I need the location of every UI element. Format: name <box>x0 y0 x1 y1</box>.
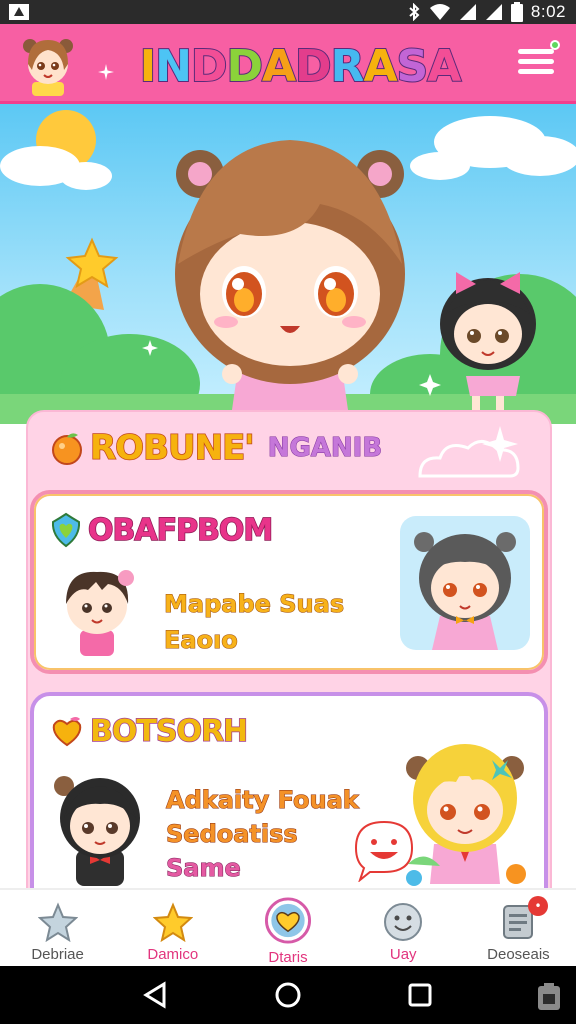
nav-item-dtaris[interactable]: Dtaris <box>230 890 345 966</box>
nav-label: Debriae <box>31 946 84 963</box>
heart-icon <box>52 716 82 746</box>
section-title-text: ROBUNE' <box>89 427 255 469</box>
heart-shield-icon <box>51 512 81 548</box>
card-text-line: Eaoıo <box>164 626 239 655</box>
menu-icon <box>518 49 558 74</box>
cloud-decoration <box>418 426 520 478</box>
app-title-letter: N <box>154 40 193 93</box>
anime-girl-black-hair-character <box>54 776 140 886</box>
heart-circle-icon <box>264 897 312 944</box>
character-thumbnail[interactable] <box>400 516 530 650</box>
anime-girl-blonde-character <box>406 744 526 886</box>
nav-item-debriae[interactable]: Debriae <box>0 890 115 966</box>
avatar[interactable] <box>16 32 80 96</box>
nav-label: Damico <box>147 946 199 963</box>
status-bar: 8:02 <box>0 0 576 24</box>
recents-icon[interactable] <box>405 980 435 1010</box>
bottom-navigation: Debriae Damico Dtaris Uay • Deoseais <box>0 888 576 966</box>
app-title-letter: D <box>294 40 332 93</box>
notification-dot <box>550 40 560 50</box>
card-title: OBAFPBOM <box>50 512 274 549</box>
app-title: INDDADRASA <box>139 38 463 94</box>
hero-banner <box>0 104 576 424</box>
app-title-letter: I <box>139 40 157 93</box>
card-text-line: Sedoatiss <box>166 820 299 849</box>
content-card[interactable]: OBAFPBOM Mapabe Suas Eaoıo <box>30 490 548 674</box>
notification-icon <box>9 4 29 20</box>
notification-badge: • <box>528 896 549 916</box>
app-title-letter: A <box>362 40 398 93</box>
card-title-text: OBAFPBOM <box>87 512 274 549</box>
app-title-letter: D <box>225 40 263 93</box>
nav-label: Uay <box>389 946 417 963</box>
wifi-icon <box>429 4 450 20</box>
back-icon[interactable] <box>140 980 170 1010</box>
app-title-letter: R <box>330 40 366 93</box>
app-title-letter: S <box>396 40 430 93</box>
app-title-letter: A <box>261 40 297 93</box>
bluetooth-icon <box>409 3 420 21</box>
anime-boy-character <box>66 570 134 656</box>
card-text-line: Mapabe Suas <box>163 590 345 619</box>
battery-icon <box>510 2 523 22</box>
orange-fruit-icon <box>52 433 82 465</box>
nav-label: Dtaris <box>268 949 308 966</box>
app-title-letter: D <box>190 40 228 93</box>
menu-button[interactable] <box>518 40 560 84</box>
nav-item-uay[interactable]: Uay <box>346 890 461 966</box>
section-title: ROBUNE' NGANIB <box>50 427 383 469</box>
clock: 8:02 <box>530 2 566 21</box>
anime-girl-character <box>175 140 405 424</box>
section-subtitle: NGANIB <box>267 433 383 464</box>
nav-item-deoseais[interactable]: • Deoseais <box>461 890 576 966</box>
accessibility-icon[interactable] <box>534 982 564 1012</box>
star-gold-icon <box>152 902 193 942</box>
signal-icon-2 <box>485 4 502 20</box>
signal-icon <box>459 4 476 20</box>
hero-scene <box>0 110 576 424</box>
card-text-line: Same <box>166 854 242 883</box>
card-text-line: Adkaity Fouak <box>166 786 360 815</box>
star-silver-icon <box>37 902 78 942</box>
system-navigation-bar <box>0 966 576 1024</box>
nav-label: Deoseais <box>487 946 550 963</box>
app-header: INDDADRASA <box>0 24 576 104</box>
sparkle-icon <box>98 64 114 80</box>
smiley-icon <box>384 903 423 941</box>
card-title-text: BOTSORH <box>89 713 249 750</box>
nav-item-damico[interactable]: Damico <box>115 890 230 966</box>
app-title-letter: A <box>426 40 462 93</box>
card-title: BOTSORH <box>50 713 249 750</box>
home-icon[interactable] <box>273 980 303 1010</box>
